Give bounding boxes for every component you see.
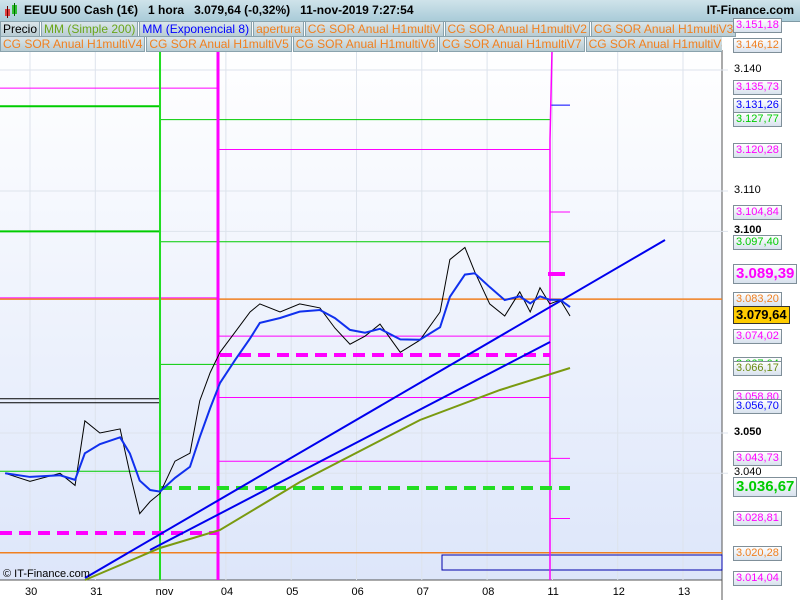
x-tick-label: 04 <box>220 586 234 598</box>
x-tick-label: 06 <box>351 586 364 598</box>
legend-row-2: CG SOR Anual H1multiV4 CG SOR Anual H1mul… <box>0 36 722 52</box>
copyright: © IT-Finance.com <box>3 568 90 580</box>
x-tick-label: 11 <box>547 586 559 598</box>
legend-item[interactable]: CG SOR Anual H1multiV2 <box>444 21 590 37</box>
legend-item[interactable]: CG SOR Anual H1multiV7 <box>439 36 585 52</box>
price-label: 3.131,26 <box>733 98 782 114</box>
price-label: 3.020,28 <box>733 545 782 561</box>
price-label: 3.056,70 <box>733 398 782 414</box>
legend-item[interactable]: MM (Simple 200) <box>41 21 139 37</box>
price-label: 3.135,73 <box>733 80 782 96</box>
price-label: 3.028,81 <box>733 511 782 527</box>
legend-item[interactable]: apertura <box>253 21 304 37</box>
x-tick-label: 07 <box>416 586 430 598</box>
legend-item[interactable]: Precio <box>0 21 41 37</box>
candlestick-icon <box>5 3 17 18</box>
x-tick-label: 12 <box>612 586 625 598</box>
price-label: 3.074,02 <box>733 329 782 345</box>
price-label: 3.127,77 <box>733 112 782 128</box>
price-label: 3.079,64 <box>733 306 790 325</box>
price-label: 3.089,39 <box>733 264 798 285</box>
price-label: 3.151,18 <box>733 17 782 33</box>
price-label: 3.014,04 <box>733 570 782 586</box>
legend-item[interactable]: CG SOR Anual H1multiV <box>304 21 444 37</box>
legend-item[interactable]: CG SOR Anual H1multiV8 <box>585 36 722 52</box>
legend-item[interactable]: CG SOR Anual H1multiV5 <box>146 36 292 52</box>
y-tick-label: 3.140 <box>734 63 762 75</box>
legend-item[interactable]: CG SOR Anual H1multiV3 <box>590 21 737 37</box>
legend-item[interactable]: CG SOR Anual H1multiV4 <box>0 36 146 52</box>
legend-row-1: Precio MM (Simple 200) MM (Exponencial 8) a… <box>0 21 737 37</box>
price-label: 3.066,17 <box>733 360 782 376</box>
plot-area <box>0 50 722 580</box>
y-tick-label: 3.050 <box>734 425 762 438</box>
title-bar: EEUU 500 Cash (1€) 1 hora 3.079,64 (-0,3… <box>0 0 800 22</box>
legend-item[interactable]: MM (Exponencial 8) <box>139 21 253 37</box>
price-label: 3.120,28 <box>733 142 782 158</box>
x-tick-label: 30 <box>25 586 38 598</box>
price-label: 3.083,20 <box>733 292 782 308</box>
price-label: 3.146,12 <box>733 38 782 54</box>
x-tick-label: nov <box>155 586 174 598</box>
x-tick-label: 13 <box>678 586 691 598</box>
x-tick-label: 08 <box>482 586 495 598</box>
price-label: 3.097,40 <box>733 234 782 250</box>
price-label: 3.043,73 <box>733 451 782 467</box>
chart-title: EEUU 500 Cash (1€) 1 hora 3.079,64 (-0,3… <box>24 3 414 17</box>
x-tick-label: 05 <box>286 586 299 598</box>
price-label: 3.036,67 <box>733 476 798 497</box>
y-tick-label: 3.110 <box>734 183 761 196</box>
x-tick-label: 31 <box>90 586 103 598</box>
legend-item[interactable]: CG SOR Anual H1multiV6 <box>292 36 439 52</box>
price-chart[interactable] <box>0 0 800 600</box>
price-label: 3.104,84 <box>733 204 782 220</box>
